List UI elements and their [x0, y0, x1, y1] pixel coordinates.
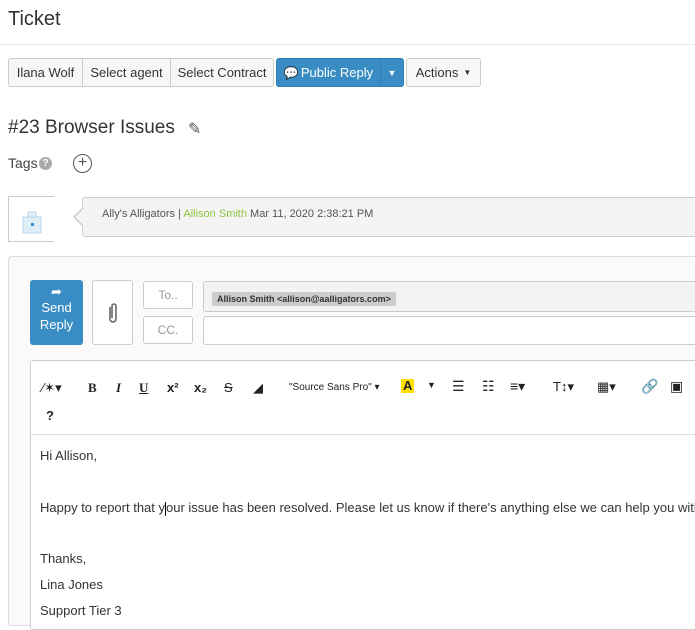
- page-title: Ticket: [8, 8, 61, 30]
- pencil-icon[interactable]: ✎: [188, 119, 201, 139]
- add-tag-icon[interactable]: +: [73, 154, 92, 173]
- message-card: Ally's Alligators | Allison Smith Mar 11…: [82, 197, 695, 237]
- body-line-part1: Happy to report that y: [40, 500, 166, 515]
- signature-name: Lina Jones: [40, 577, 103, 592]
- header-divider: [0, 44, 695, 45]
- attach-button[interactable]: [92, 280, 133, 345]
- link-icon[interactable]: 🔗: [641, 378, 658, 395]
- select-contract-button[interactable]: Select Contract: [170, 58, 274, 87]
- underline-icon[interactable]: U: [139, 380, 148, 396]
- author-name[interactable]: Allison Smith: [183, 208, 247, 220]
- assignee-button[interactable]: Ilana Wolf: [8, 58, 83, 87]
- public-reply-button[interactable]: 💬 Public Reply: [276, 58, 381, 87]
- send-label-line2: Reply: [39, 317, 74, 332]
- company-name: Ally's Alligators: [102, 208, 176, 220]
- help-button[interactable]: ?: [46, 408, 54, 423]
- caret-down-icon: ▼: [387, 67, 397, 78]
- to-label-button[interactable]: To..: [143, 281, 193, 309]
- eraser-icon[interactable]: ◢: [253, 380, 263, 396]
- select-agent-button[interactable]: Select agent: [82, 58, 171, 87]
- text-size-icon[interactable]: T↕▾: [553, 379, 574, 395]
- actions-button[interactable]: Actions ▼: [406, 58, 481, 87]
- caret-down-icon: ▼: [463, 68, 472, 77]
- align-dropdown-icon[interactable]: ≡▾: [510, 378, 525, 395]
- greeting-line: Hi Allison,: [40, 448, 98, 463]
- public-reply-dropdown-button[interactable]: ▼: [380, 58, 404, 87]
- numbered-list-icon[interactable]: ☷: [482, 378, 495, 395]
- actions-label: Actions: [415, 65, 459, 80]
- send-reply-button[interactable]: ➦ Send Reply: [30, 280, 83, 345]
- thanks-line: Thanks,: [40, 551, 87, 566]
- cc-field[interactable]: [203, 316, 695, 345]
- message-date: Mar 11, 2020 2:38:21 PM: [250, 208, 374, 220]
- caret-down-icon[interactable]: ▼: [427, 380, 436, 390]
- public-reply-label: Public Reply: [300, 65, 374, 80]
- superscript-icon[interactable]: x²: [167, 380, 179, 395]
- bold-icon[interactable]: B: [88, 380, 97, 396]
- magic-wand-icon[interactable]: ⁄✶▾: [42, 380, 62, 396]
- signature-role: Support Tier 3: [40, 603, 122, 618]
- building-icon: [22, 211, 42, 234]
- highlight-color-icon[interactable]: A: [401, 379, 415, 393]
- editor-toolbar: ⁄✶▾ B I U x² x₂ S ◢ "Source Sans Pro" ▾ …: [31, 361, 695, 435]
- image-icon[interactable]: ▣: [670, 378, 683, 395]
- body-line-part2: our issue has been resolved. Please let …: [166, 500, 695, 515]
- recipient-chip[interactable]: Allison Smith <allison@aalligators.com>: [212, 292, 396, 306]
- body-line: Happy to report that your issue has been…: [40, 500, 695, 516]
- italic-icon[interactable]: I: [116, 380, 121, 396]
- send-label-line1: Send: [41, 300, 72, 315]
- font-family-dropdown[interactable]: "Source Sans Pro" ▾: [289, 382, 380, 393]
- message-arrow-inner: [75, 208, 84, 226]
- avatar: [8, 196, 54, 242]
- bullet-list-icon[interactable]: ☰: [452, 378, 465, 395]
- strikethrough-icon[interactable]: S: [224, 380, 233, 395]
- tags-label: Tags: [8, 155, 38, 171]
- comment-icon: 💬: [283, 65, 299, 80]
- help-icon[interactable]: ?: [39, 157, 52, 170]
- paperclip-icon: [108, 302, 117, 323]
- table-icon[interactable]: ▦▾: [597, 379, 616, 395]
- share-arrow-icon: ➦: [51, 284, 62, 299]
- font-family-label: "Source Sans Pro": [289, 382, 372, 393]
- cc-label-button[interactable]: CC.: [143, 316, 193, 344]
- ticket-title: #23 Browser Issues: [8, 117, 175, 138]
- subscript-icon[interactable]: x₂: [194, 380, 207, 395]
